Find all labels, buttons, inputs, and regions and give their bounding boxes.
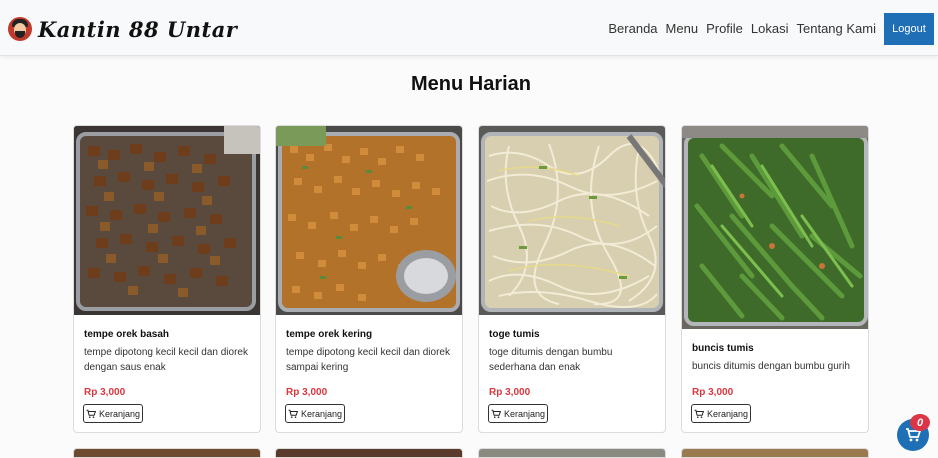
navbar: Kantin 88 Untar Beranda Menu Profile Lok… — [0, 0, 938, 56]
card-body: tempe orek kering tempe dipotong kecil k… — [286, 329, 454, 375]
nav-item-tentang-kami[interactable]: Tentang Kami — [797, 13, 877, 45]
add-to-cart-label: Keranjang — [503, 408, 546, 419]
item-name: tempe orek basah — [84, 329, 170, 340]
add-to-cart-button[interactable]: Keranjang — [691, 404, 751, 423]
nav-item-profile[interactable]: Profile — [706, 13, 743, 45]
add-to-cart-label: Keranjang — [98, 408, 141, 419]
menu-card-partial — [275, 448, 463, 458]
cart-icon — [491, 409, 501, 418]
add-to-cart-button[interactable]: Keranjang — [83, 404, 143, 423]
cart-icon — [694, 409, 704, 418]
item-description: tempe dipotong kecil kecil dan diorek sa… — [286, 347, 450, 373]
add-to-cart-label: Keranjang — [706, 408, 749, 419]
nav-links: Beranda Menu Profile Lokasi Tentang Kami… — [600, 13, 934, 45]
chef-avatar-icon — [8, 17, 32, 41]
brand-name: Kantin 88 Untar — [38, 16, 238, 42]
nav-item-beranda[interactable]: Beranda — [608, 13, 657, 45]
item-name: toge tumis — [489, 329, 540, 340]
brand[interactable]: Kantin 88 Untar — [8, 15, 237, 43]
cart-icon — [86, 409, 96, 418]
cart-count-badge: 0 — [910, 414, 930, 431]
item-price: Rp 3,000 — [489, 387, 531, 398]
food-image — [682, 126, 868, 329]
nav-item-menu[interactable]: Menu — [666, 13, 699, 45]
item-price: Rp 3,000 — [286, 387, 328, 398]
add-to-cart-label: Keranjang — [300, 408, 343, 419]
item-price: Rp 3,000 — [692, 387, 734, 398]
logout-button[interactable]: Logout — [884, 13, 934, 45]
menu-card-partial — [681, 448, 869, 458]
cart-icon — [288, 409, 298, 418]
food-image — [74, 126, 260, 315]
add-to-cart-button[interactable]: Keranjang — [488, 404, 548, 423]
card-body: tempe orek basah tempe dipotong kecil ke… — [84, 329, 252, 375]
menu-card: tempe orek kering tempe dipotong kecil k… — [275, 125, 463, 433]
menu-card: tempe orek basah tempe dipotong kecil ke… — [73, 125, 261, 433]
item-price: Rp 3,000 — [84, 387, 126, 398]
menu-card-partial — [478, 448, 666, 458]
item-name: tempe orek kering — [286, 329, 373, 340]
card-body: toge tumis toge ditumis dengan bumbu sed… — [489, 329, 657, 375]
item-name: buncis tumis — [692, 343, 754, 354]
nav-item-lokasi[interactable]: Lokasi — [751, 13, 789, 45]
add-to-cart-button[interactable]: Keranjang — [285, 404, 345, 423]
food-image — [276, 126, 462, 315]
item-description: tempe dipotong kecil kecil dan diorek de… — [84, 347, 248, 373]
menu-card: toge tumis toge ditumis dengan bumbu sed… — [478, 125, 666, 433]
item-description: buncis ditumis dengan bumbu gurih — [692, 361, 850, 372]
food-image — [479, 126, 665, 315]
card-body: buncis tumis buncis ditumis dengan bumbu… — [692, 343, 860, 374]
menu-card: buncis tumis buncis ditumis dengan bumbu… — [681, 125, 869, 433]
menu-card-partial — [73, 448, 261, 458]
item-description: toge ditumis dengan bumbu sederhana dan … — [489, 347, 613, 373]
page-title: Menu Harian — [410, 73, 532, 95]
